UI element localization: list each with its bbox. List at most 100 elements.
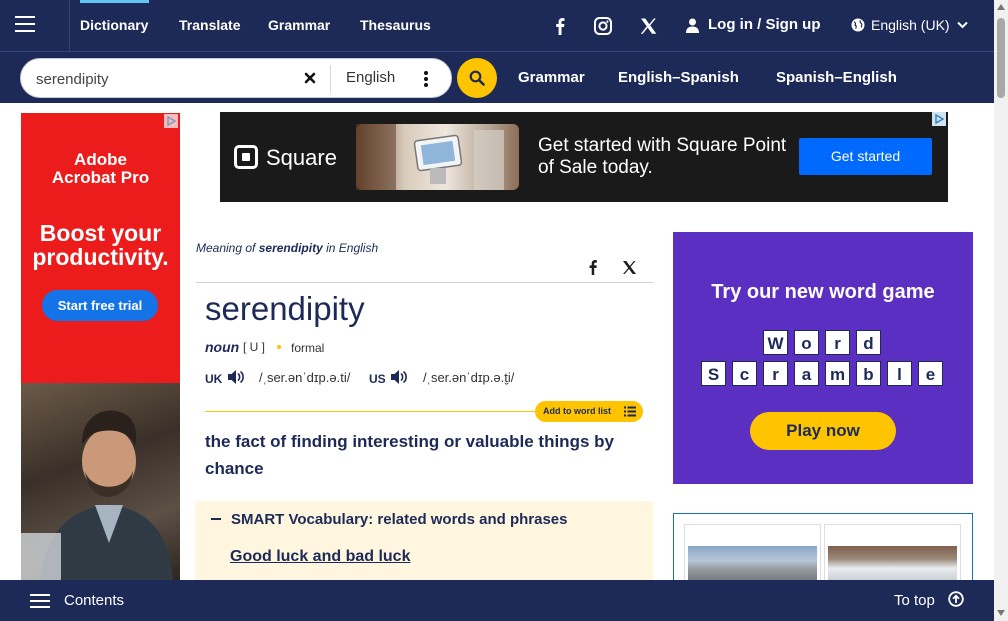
letter-tile: o (794, 330, 819, 355)
grammar-code[interactable]: [ U ] (243, 340, 265, 354)
definition-divider (205, 411, 535, 412)
scrollbar-thumb[interactable] (997, 18, 1005, 98)
add-to-word-list-button[interactable]: Add to word list (535, 401, 643, 422)
bullet (277, 345, 281, 349)
pos-terminal-image (356, 124, 504, 190)
login-link[interactable]: Log in / Sign up (708, 0, 820, 52)
search-button[interactable] (457, 58, 497, 98)
nav-thesaurus[interactable]: Thesaurus (360, 0, 431, 52)
letter-tile: l (887, 361, 912, 386)
adobe-ad-headline-line1: Boost your (39, 220, 162, 246)
chevron-down-icon[interactable] (957, 21, 968, 29)
divider (196, 282, 653, 283)
search-bar: English Grammar English–Spanish Spanish–… (0, 52, 994, 103)
square-logo-icon (234, 145, 258, 169)
uk-label: UK (205, 372, 223, 386)
contents-menu-icon[interactable] (30, 593, 50, 609)
top-navigation: Dictionary Translate Grammar Thesaurus L… (0, 0, 994, 52)
share-facebook-icon[interactable] (586, 259, 600, 275)
add-to-word-list-label: Add to word list (543, 406, 611, 416)
smart-vocabulary-title[interactable]: SMART Vocabulary: related words and phra… (231, 511, 567, 528)
adobe-ad[interactable]: Adobe Acrobat Pro Boost your productivit… (21, 113, 180, 583)
scroll-up-icon[interactable] (997, 4, 1005, 10)
meaning-prefix: Meaning of (196, 241, 256, 255)
definition-text: the fact of finding interesting or valua… (205, 432, 614, 478)
more-options-icon[interactable] (422, 69, 430, 89)
play-now-button[interactable]: Play now (750, 412, 896, 450)
adobe-ad-brand-line2: Acrobat Pro (51, 168, 150, 187)
list-icon (624, 406, 636, 417)
meaning-suffix: in English (326, 241, 379, 255)
scroll-down-icon[interactable] (997, 610, 1005, 616)
menu-icon[interactable] (0, 0, 70, 52)
language-selector[interactable]: English (UK) (871, 0, 950, 52)
letter-tile: r (825, 330, 850, 355)
letter-tile: e (918, 361, 943, 386)
letter-tile: c (732, 361, 757, 386)
vertical-scrollbar[interactable] (994, 0, 1008, 621)
adobe-ad-brand-line1: Adobe (74, 150, 127, 169)
instagram-icon[interactable] (592, 15, 614, 37)
adobe-ad-headline: Boost your productivity. (21, 221, 180, 269)
search-icon (469, 70, 485, 86)
word-scramble-ad[interactable]: Try our new word game W o r d S c r a m … (673, 232, 973, 484)
square-ad[interactable]: Square Get started with Square Point of … (220, 112, 948, 202)
cars-ad[interactable] (673, 513, 973, 583)
meaning-word: serendipity (258, 241, 323, 255)
us-pronunciation: /ˌser.ənˈdɪp.ə.t̬i/ (423, 370, 515, 385)
meaning-of-heading: Meaning of serendipity in English (196, 241, 378, 255)
letter-tile: m (825, 361, 850, 386)
letter-tile: W (763, 330, 788, 355)
search-input[interactable] (36, 68, 296, 90)
globe-icon (851, 18, 865, 32)
square-ad-photo (356, 124, 519, 190)
user-icon (686, 18, 699, 33)
uk-audio-icon[interactable] (226, 368, 246, 386)
divider (330, 65, 331, 93)
to-top-button[interactable]: To top (894, 592, 935, 609)
letter-tile: a (794, 361, 819, 386)
page: Dictionary Translate Grammar Thesaurus L… (0, 0, 1008, 621)
nav-grammar[interactable]: Grammar (268, 0, 330, 52)
start-free-trial-button[interactable]: Start free trial (42, 290, 158, 321)
smart-vocabulary-link[interactable]: Good luck and bad luck (230, 548, 410, 566)
search-link-english-spanish[interactable]: English–Spanish (618, 69, 739, 86)
square-ad-headline: Get started with Square Point of Sale to… (538, 135, 787, 178)
get-started-button[interactable]: Get started (799, 138, 932, 175)
square-ad-brand: Square (266, 145, 337, 170)
us-label: US (369, 372, 386, 386)
arrow-up-circle-icon[interactable] (948, 591, 964, 607)
adchoices-icon[interactable] (164, 114, 178, 128)
uk-pronunciation: /ˌser.ənˈdɪp.ə.ti/ (259, 370, 351, 385)
search-link-grammar[interactable]: Grammar (518, 69, 585, 86)
adobe-ad-photo (21, 383, 180, 583)
smart-vocabulary-panel: SMART Vocabulary: related words and phra… (195, 501, 653, 583)
dictionary-language-selector[interactable]: English (346, 69, 395, 86)
adobe-ad-brand: Adobe Acrobat Pro (21, 151, 180, 187)
search-link-spanish-english[interactable]: Spanish–English (776, 69, 897, 86)
adobe-ad-panel: Adobe Acrobat Pro Boost your productivit… (21, 113, 180, 383)
facebook-icon[interactable] (549, 15, 571, 37)
part-of-speech: noun (205, 339, 240, 355)
car-listing-image[interactable] (684, 524, 821, 582)
car-listing-image[interactable] (824, 524, 961, 582)
letter-tile: d (856, 330, 881, 355)
nav-dictionary[interactable]: Dictionary (80, 0, 148, 52)
man-portrait-image (21, 410, 173, 583)
bottom-bar: Contents To top (0, 580, 994, 621)
us-audio-icon[interactable] (389, 368, 409, 386)
clear-icon[interactable] (301, 69, 319, 87)
collapse-icon[interactable] (211, 518, 221, 520)
letter-tile: S (701, 361, 726, 386)
word-game-title: Try our new word game (711, 281, 935, 303)
contents-button[interactable]: Contents (64, 592, 124, 609)
share-x-icon[interactable] (622, 260, 637, 275)
search-box: English (20, 58, 452, 98)
headword: serendipity (205, 290, 365, 327)
usage-label[interactable]: formal (291, 341, 324, 355)
letter-tile: r (763, 361, 788, 386)
adchoices-icon[interactable] (932, 112, 946, 126)
nav-translate[interactable]: Translate (179, 0, 240, 52)
letter-tile: b (856, 361, 881, 386)
x-icon[interactable] (637, 15, 659, 37)
